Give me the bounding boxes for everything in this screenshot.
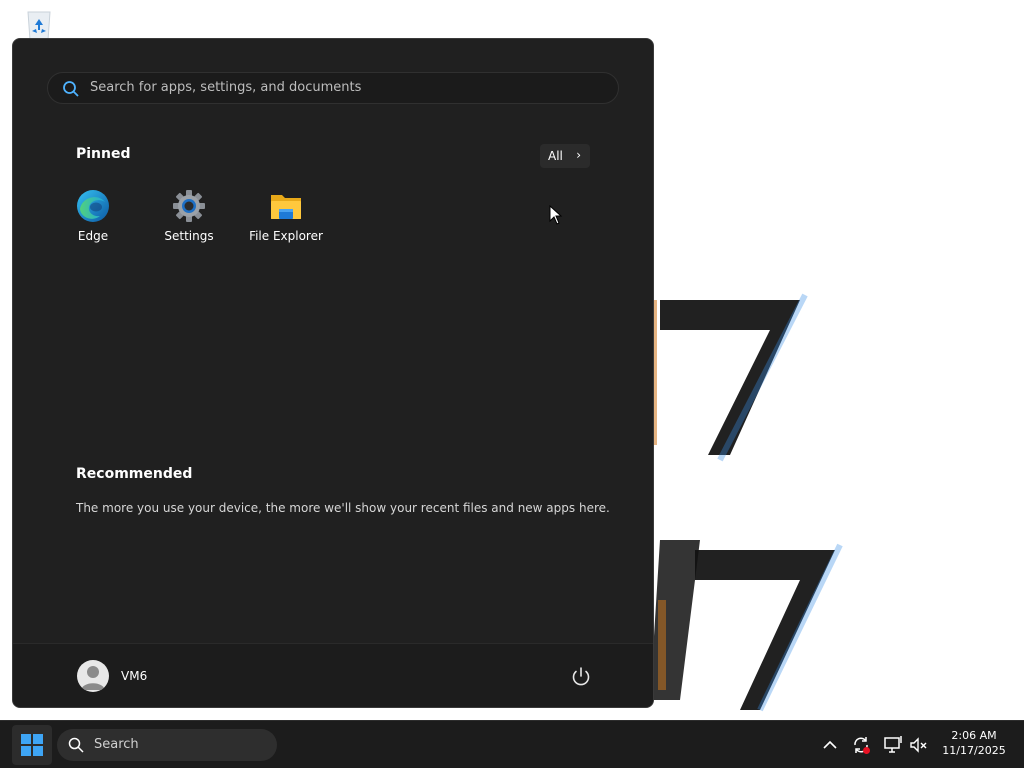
recycle-bin-icon[interactable] xyxy=(22,8,56,42)
user-avatar[interactable] xyxy=(77,660,109,692)
network-icon[interactable] xyxy=(883,735,903,755)
pinned-app-label: Edge xyxy=(77,229,109,243)
search-placeholder: Search for apps, settings, and documents xyxy=(90,80,362,95)
pinned-app-label: Settings xyxy=(164,229,214,243)
windows-logo-icon xyxy=(21,734,43,756)
mouse-cursor-icon xyxy=(549,205,563,225)
folder-icon xyxy=(271,195,301,219)
taskbar: Search 2:06 AM 11/17/2025 xyxy=(0,720,1024,768)
pinned-app-file-explorer[interactable]: File Explorer xyxy=(241,189,331,249)
search-icon xyxy=(63,81,79,97)
chevron-right-icon: › xyxy=(576,148,581,162)
pinned-app-settings[interactable]: Settings xyxy=(144,189,234,249)
volume-muted-icon[interactable] xyxy=(909,735,929,755)
recommended-title: Recommended xyxy=(76,466,193,482)
power-icon[interactable] xyxy=(569,665,593,689)
clock-date: 11/17/2025 xyxy=(942,744,1006,757)
start-menu-footer: VM6 xyxy=(13,643,653,707)
settings-gear-icon xyxy=(173,190,205,222)
taskbar-search-label: Search xyxy=(94,737,139,752)
pinned-app-edge[interactable]: Edge xyxy=(48,189,138,249)
all-apps-label: All xyxy=(548,149,563,163)
recommended-empty-message: The more you use your device, the more w… xyxy=(76,501,610,515)
user-avatar-icon xyxy=(81,666,105,690)
user-name[interactable]: VM6 xyxy=(121,669,147,683)
all-apps-button[interactable]: All › xyxy=(540,144,590,168)
start-button[interactable] xyxy=(12,725,52,765)
start-search-box[interactable]: Search for apps, settings, and documents xyxy=(47,72,619,104)
taskbar-search[interactable]: Search xyxy=(57,729,277,761)
clock-time: 2:06 AM xyxy=(951,729,997,742)
taskbar-clock[interactable]: 2:06 AM 11/17/2025 xyxy=(936,728,1012,758)
chevron-up-icon[interactable] xyxy=(820,735,840,755)
pinned-title: Pinned xyxy=(76,146,131,162)
sync-icon[interactable] xyxy=(851,735,871,755)
start-menu: Search for apps, settings, and documents… xyxy=(12,38,654,708)
edge-icon xyxy=(77,190,109,222)
pinned-app-label: File Explorer xyxy=(249,229,323,243)
search-icon xyxy=(68,737,84,753)
